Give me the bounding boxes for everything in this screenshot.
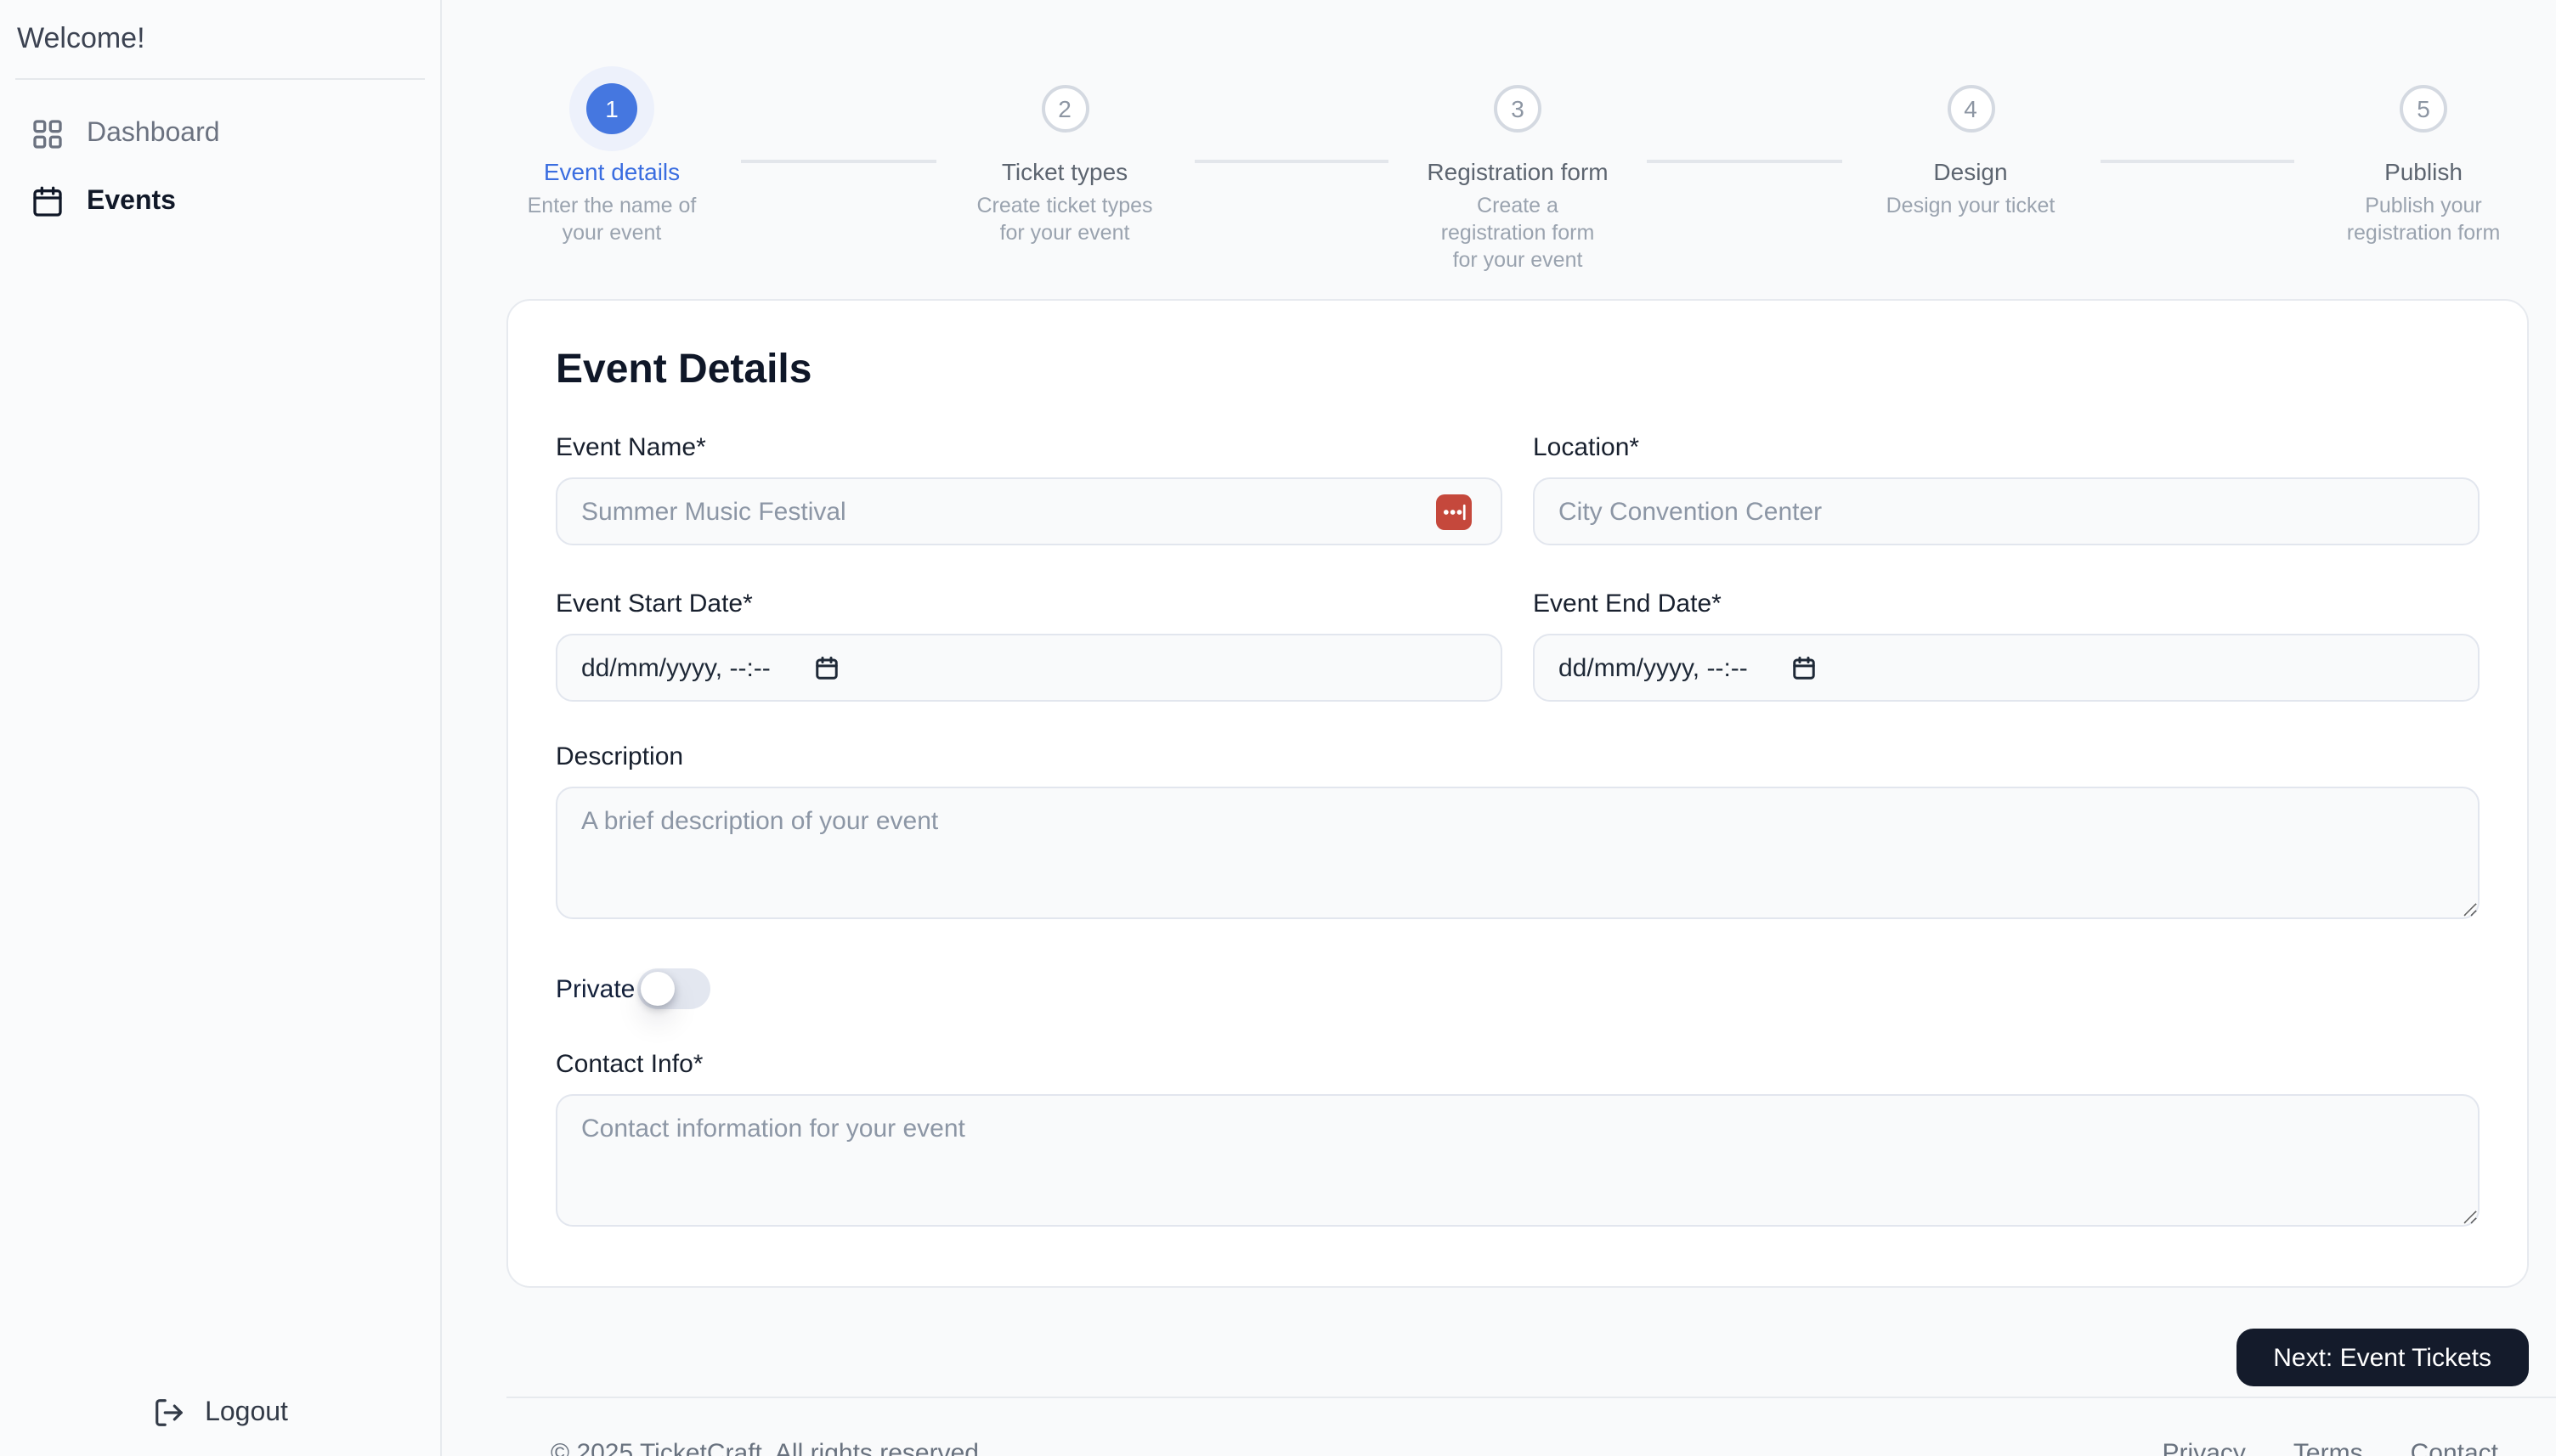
footer-divider: [506, 1397, 2556, 1398]
copyright-text: © 2025 TicketCraft. All rights reserved.: [551, 1439, 986, 1456]
sidebar: Welcome! Dashboard Events: [0, 0, 442, 1456]
step-connector: [1194, 160, 1388, 163]
footer-links: Privacy Terms Contact: [2163, 1439, 2498, 1456]
sidebar-divider: [15, 78, 425, 80]
step-description: Create ticket types for your event: [975, 192, 1155, 246]
step-1-badge: 1: [586, 83, 637, 134]
step-connector: [1647, 160, 1841, 163]
step-connector: [2100, 160, 2294, 163]
step-3-badge: 3: [1494, 85, 1541, 133]
logout-button[interactable]: Logout: [0, 1397, 440, 1429]
footer-link-contact[interactable]: Contact: [2411, 1439, 2498, 1456]
start-date-input[interactable]: dd/mm/yyyy, --:--: [556, 634, 1502, 702]
description-label: Description: [556, 742, 2480, 771]
main-content: 1 Event details Enter the name of your e…: [442, 0, 2556, 1456]
page-footer: © 2025 TicketCraft. All rights reserved.…: [506, 1439, 2529, 1456]
step-registration-form[interactable]: 3 Registration form Create a registratio…: [1412, 68, 1623, 274]
step-ticket-types[interactable]: 2 Ticket types Create ticket types for y…: [959, 68, 1170, 246]
step-description: Enter the name of your event: [522, 192, 702, 246]
footer-link-terms[interactable]: Terms: [2293, 1439, 2363, 1456]
step-label: Ticket types: [1002, 158, 1128, 187]
private-label: Private: [556, 974, 635, 1003]
step-connector: [741, 160, 936, 163]
dashboard-icon: [31, 117, 65, 151]
calendar-picker-icon[interactable]: [815, 655, 840, 680]
page-title: Event Details: [556, 345, 2480, 396]
date-value: dd/mm/yyyy, --:--: [581, 653, 771, 682]
event-name-label: Event Name*: [556, 433, 1502, 462]
app-viewport: Welcome! Dashboard Events: [0, 0, 2556, 1456]
step-event-details[interactable]: 1 Event details Enter the name of your e…: [506, 68, 717, 246]
logout-icon: [152, 1397, 184, 1429]
event-details-card: Event Details Event Name*: [506, 299, 2529, 1288]
private-toggle[interactable]: [636, 968, 710, 1009]
step-label: Design: [1933, 158, 2007, 187]
step-label: Event details: [544, 158, 680, 187]
sidebar-item-label: Events: [87, 187, 176, 217]
calendar-icon: [31, 185, 65, 219]
contact-info-textarea[interactable]: [556, 1094, 2480, 1227]
step-label: Registration form: [1427, 158, 1608, 187]
sidebar-item-events[interactable]: Events: [17, 168, 423, 236]
step-publish[interactable]: 5 Publish Publish your registration form: [2318, 68, 2529, 246]
toggle-knob: [640, 972, 674, 1006]
sidebar-nav: Dashboard Events: [0, 100, 440, 236]
password-manager-icon[interactable]: [1436, 494, 1472, 530]
logout-label: Logout: [205, 1397, 288, 1428]
step-description: Publish your registration form: [2333, 192, 2514, 246]
location-label: Location*: [1533, 433, 2480, 462]
date-value: dd/mm/yyyy, --:--: [1558, 653, 1748, 682]
sidebar-item-dashboard[interactable]: Dashboard: [17, 100, 423, 168]
welcome-text: Welcome!: [0, 0, 440, 56]
next-event-tickets-button[interactable]: Next: Event Tickets: [2236, 1329, 2529, 1386]
calendar-picker-icon[interactable]: [1792, 655, 1818, 680]
contact-info-label: Contact Info*: [556, 1050, 2480, 1079]
footer-link-privacy[interactable]: Privacy: [2163, 1439, 2246, 1456]
sidebar-item-label: Dashboard: [87, 119, 220, 150]
description-textarea[interactable]: [556, 787, 2480, 919]
step-design[interactable]: 4 Design Design your ticket: [1865, 68, 2076, 219]
end-date-input[interactable]: dd/mm/yyyy, --:--: [1533, 634, 2480, 702]
start-date-label: Event Start Date*: [556, 590, 1502, 618]
end-date-label: Event End Date*: [1533, 590, 2480, 618]
event-name-input[interactable]: [556, 477, 1502, 545]
wizard-stepper: 1 Event details Enter the name of your e…: [506, 68, 2529, 299]
location-input[interactable]: [1533, 477, 2480, 545]
step-2-badge: 2: [1041, 85, 1089, 133]
step-description: Design your ticket: [1886, 192, 2056, 219]
step-description: Create a registration form for your even…: [1428, 192, 1608, 274]
step-label: Publish: [2384, 158, 2463, 187]
step-4-badge: 4: [1947, 85, 1994, 133]
step-5-badge: 5: [2400, 85, 2447, 133]
